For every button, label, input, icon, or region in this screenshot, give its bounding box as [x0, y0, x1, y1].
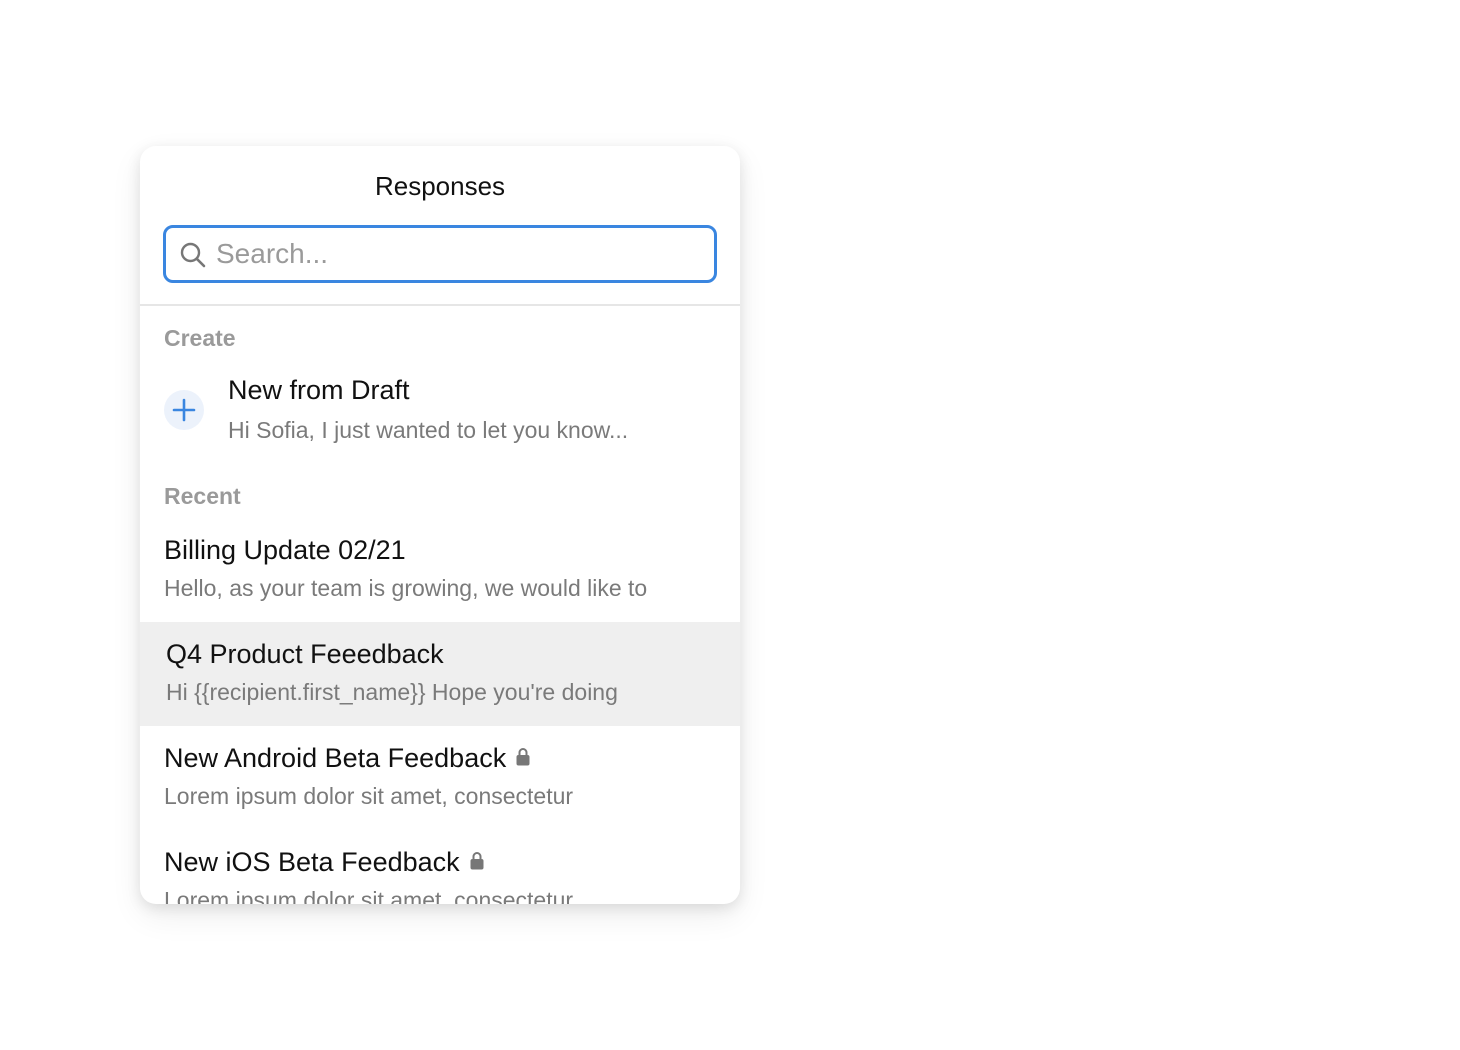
list-item-title: Q4 Product Feeedback [166, 639, 444, 669]
divider [140, 304, 740, 306]
section-label-create: Create [164, 325, 236, 351]
list-item-title: Billing Update 02/21 [164, 535, 406, 565]
lock-icon [516, 748, 530, 766]
list-item-title: New Android Beta Feedback [164, 743, 507, 773]
list-item[interactable]: Billing Update 02/21 Hello, as your team… [140, 518, 740, 622]
list-item-preview: Lorem ipsum dolor sit amet, consectetur [164, 783, 574, 809]
list-item-selected[interactable]: Q4 Product Feeedback Hi {{recipient.firs… [140, 622, 740, 726]
search-icon [180, 242, 206, 268]
lock-icon [470, 852, 484, 870]
create-item-preview: Hi Sofia, I just wanted to let you know.… [228, 417, 629, 443]
panel-title: Responses [374, 171, 506, 201]
new-from-draft-item[interactable]: New from Draft Hi Sofia, I just wanted t… [140, 368, 740, 452]
list-item-preview: Hello, as your team is growing, we would… [164, 575, 648, 601]
plus-icon [164, 390, 204, 430]
section-label-recent: Recent [164, 483, 241, 509]
create-item-title: New from Draft [228, 375, 410, 405]
list-item[interactable]: New iOS Beta Feedback Lorem ipsum dolor … [140, 830, 740, 904]
list-item-title: New iOS Beta Feedback [164, 847, 460, 877]
list-item[interactable]: New Android Beta Feedback Lorem ipsum do… [140, 726, 740, 830]
search-box[interactable] [163, 225, 717, 283]
search-input[interactable] [216, 234, 706, 274]
list-item-preview: Hi {{recipient.first_name}} Hope you're … [166, 679, 618, 705]
responses-panel: Responses Create New from Draft Hi Sofia… [140, 146, 740, 904]
list-item-preview: Lorem ipsum dolor sit amet, consectetur [164, 887, 574, 904]
